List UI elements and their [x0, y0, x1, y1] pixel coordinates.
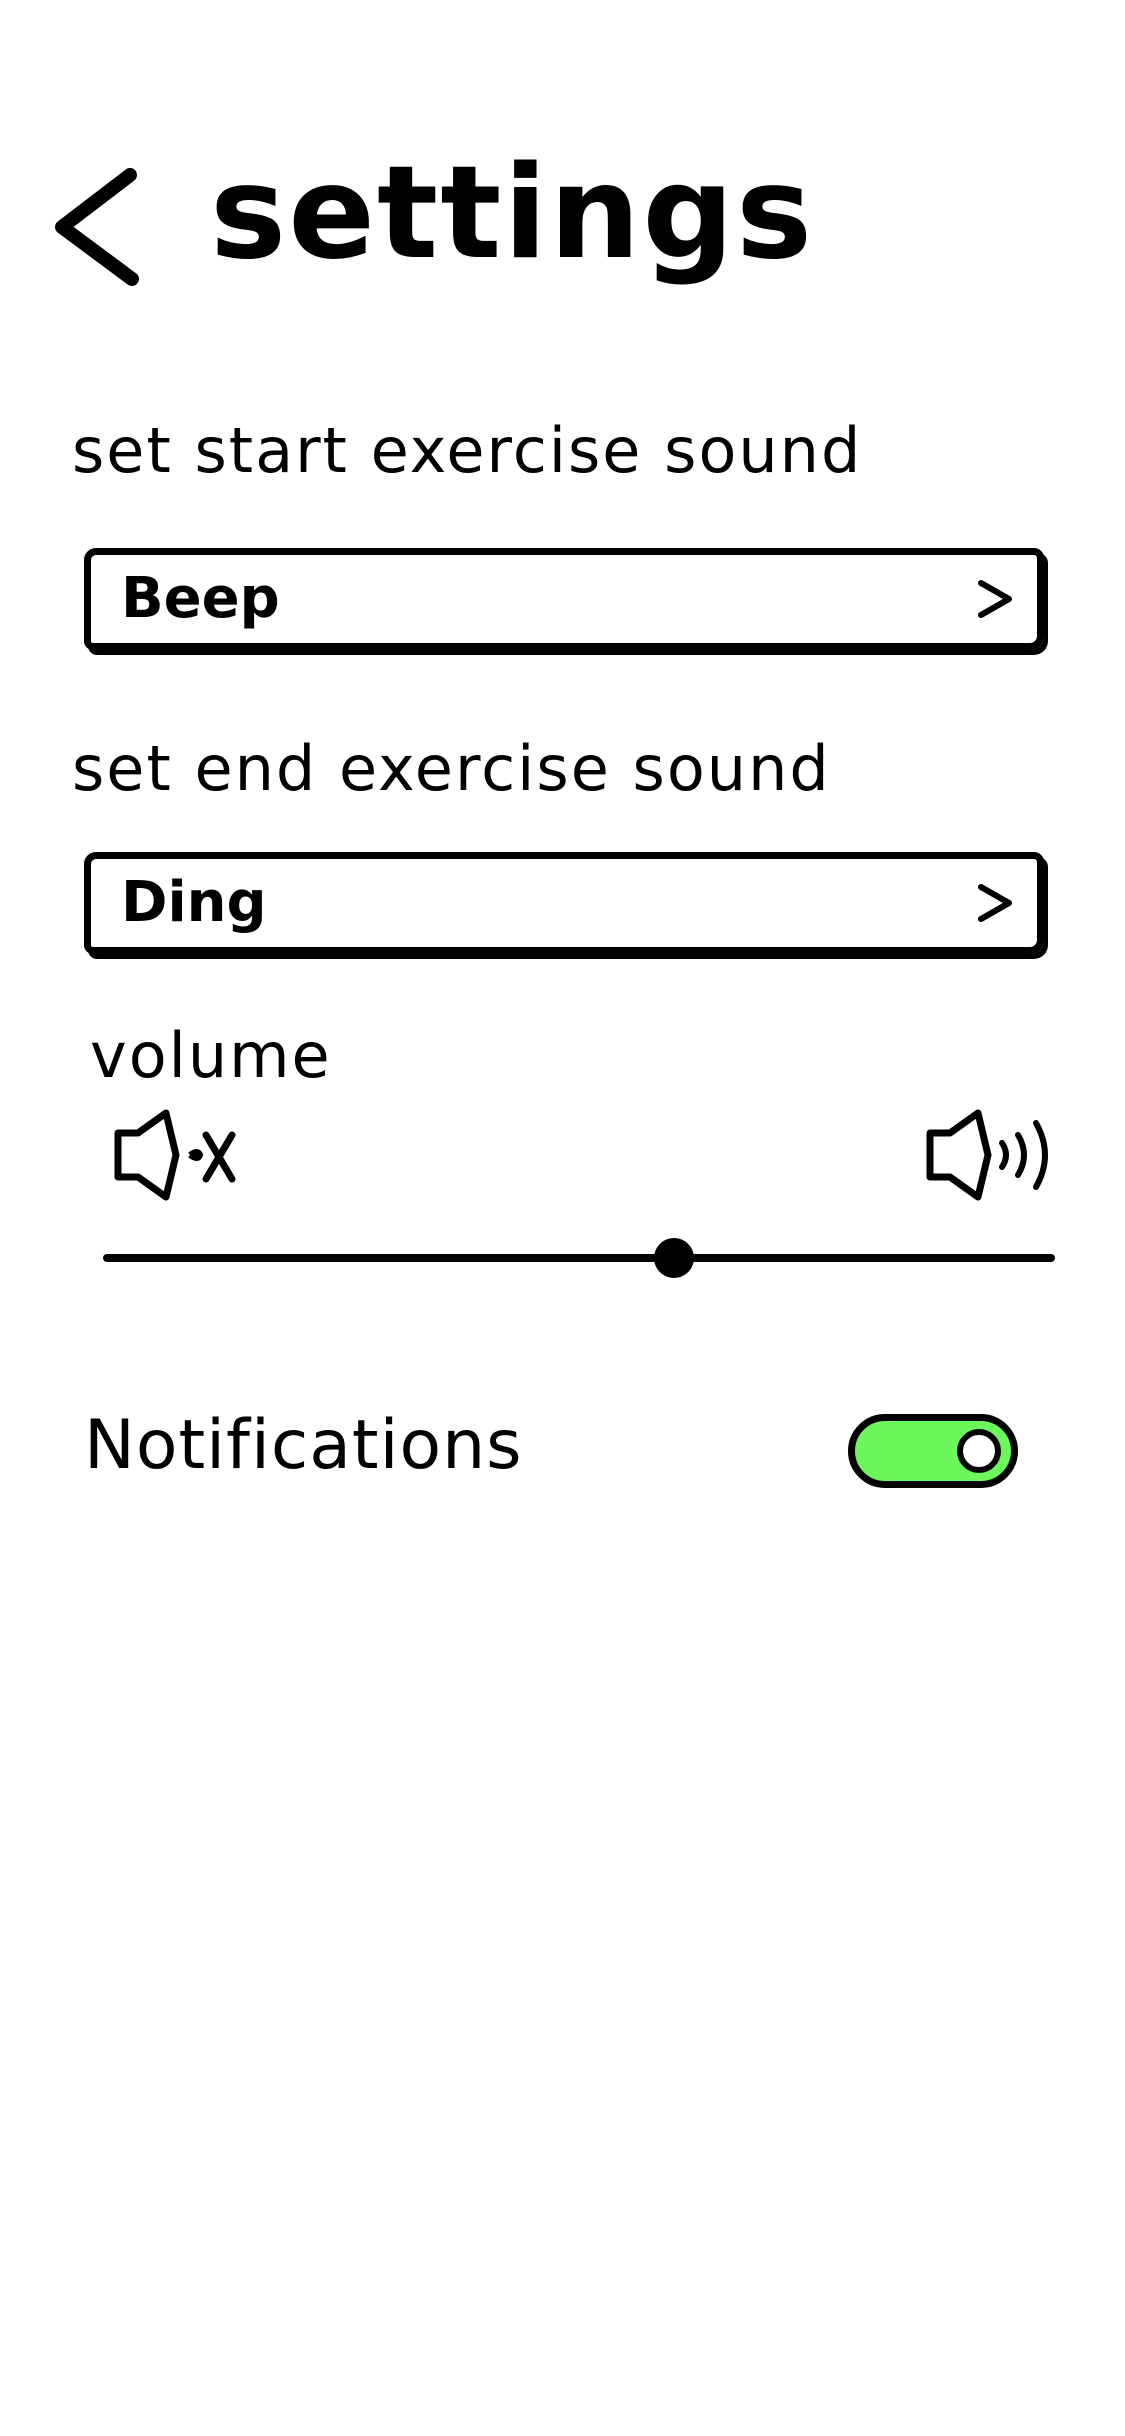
volume-label: volume — [90, 1019, 332, 1092]
volume-slider-track — [103, 1254, 1055, 1262]
end-sound-label: set end exercise sound — [72, 732, 831, 805]
volume-slider[interactable] — [103, 1218, 1055, 1298]
start-sound-picker[interactable]: Beep — [84, 548, 1044, 650]
notifications-label: Notifications — [84, 1406, 523, 1485]
notifications-toggle[interactable] — [848, 1414, 1018, 1488]
back-button[interactable] — [48, 165, 148, 290]
speaker-mute-icon — [108, 1105, 238, 1205]
page-title: settings — [210, 139, 815, 288]
end-sound-picker[interactable]: Ding — [84, 852, 1044, 954]
speaker-loud-icon — [920, 1105, 1060, 1205]
chevron-right-icon — [975, 577, 1015, 621]
chevron-right-icon — [975, 881, 1015, 925]
volume-slider-thumb[interactable] — [654, 1238, 695, 1278]
notifications-toggle-knob — [957, 1429, 1001, 1473]
chevron-left-icon — [48, 165, 148, 290]
end-sound-value: Ding — [121, 870, 267, 935]
start-sound-label: set start exercise sound — [72, 414, 863, 487]
start-sound-value: Beep — [121, 566, 280, 631]
